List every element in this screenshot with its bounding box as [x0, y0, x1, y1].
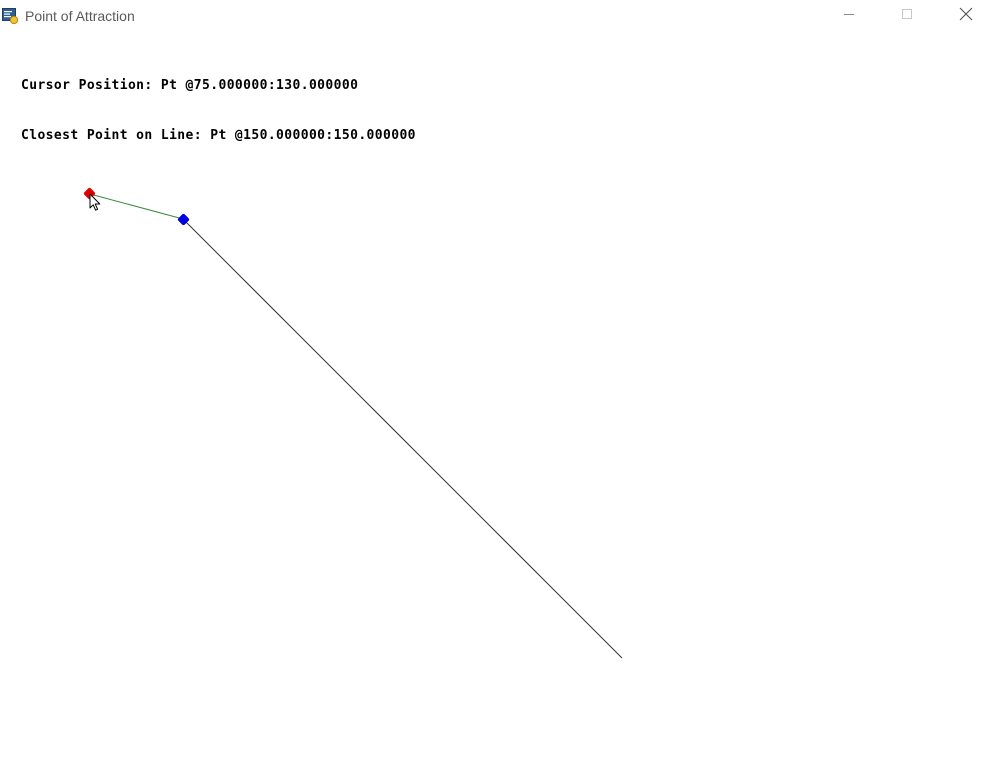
- main-line: [182, 218, 623, 659]
- minimize-icon: [843, 7, 855, 25]
- close-icon: [959, 7, 973, 26]
- connector-line: [89, 193, 184, 220]
- window-title: Point of Attraction: [25, 8, 135, 24]
- app-window: Point of Attraction Cursor Position: Pt …: [0, 0, 996, 780]
- close-button[interactable]: [937, 0, 995, 32]
- title-bar[interactable]: Point of Attraction: [0, 0, 996, 32]
- maximize-button[interactable]: [878, 0, 936, 32]
- maximize-icon: [901, 7, 913, 25]
- python-app-icon: [2, 8, 19, 25]
- minimize-button[interactable]: [820, 0, 878, 32]
- drawing-canvas[interactable]: Cursor Position: Pt @75.000000:130.00000…: [0, 32, 996, 780]
- geometry-drawing: [83, 187, 623, 659]
